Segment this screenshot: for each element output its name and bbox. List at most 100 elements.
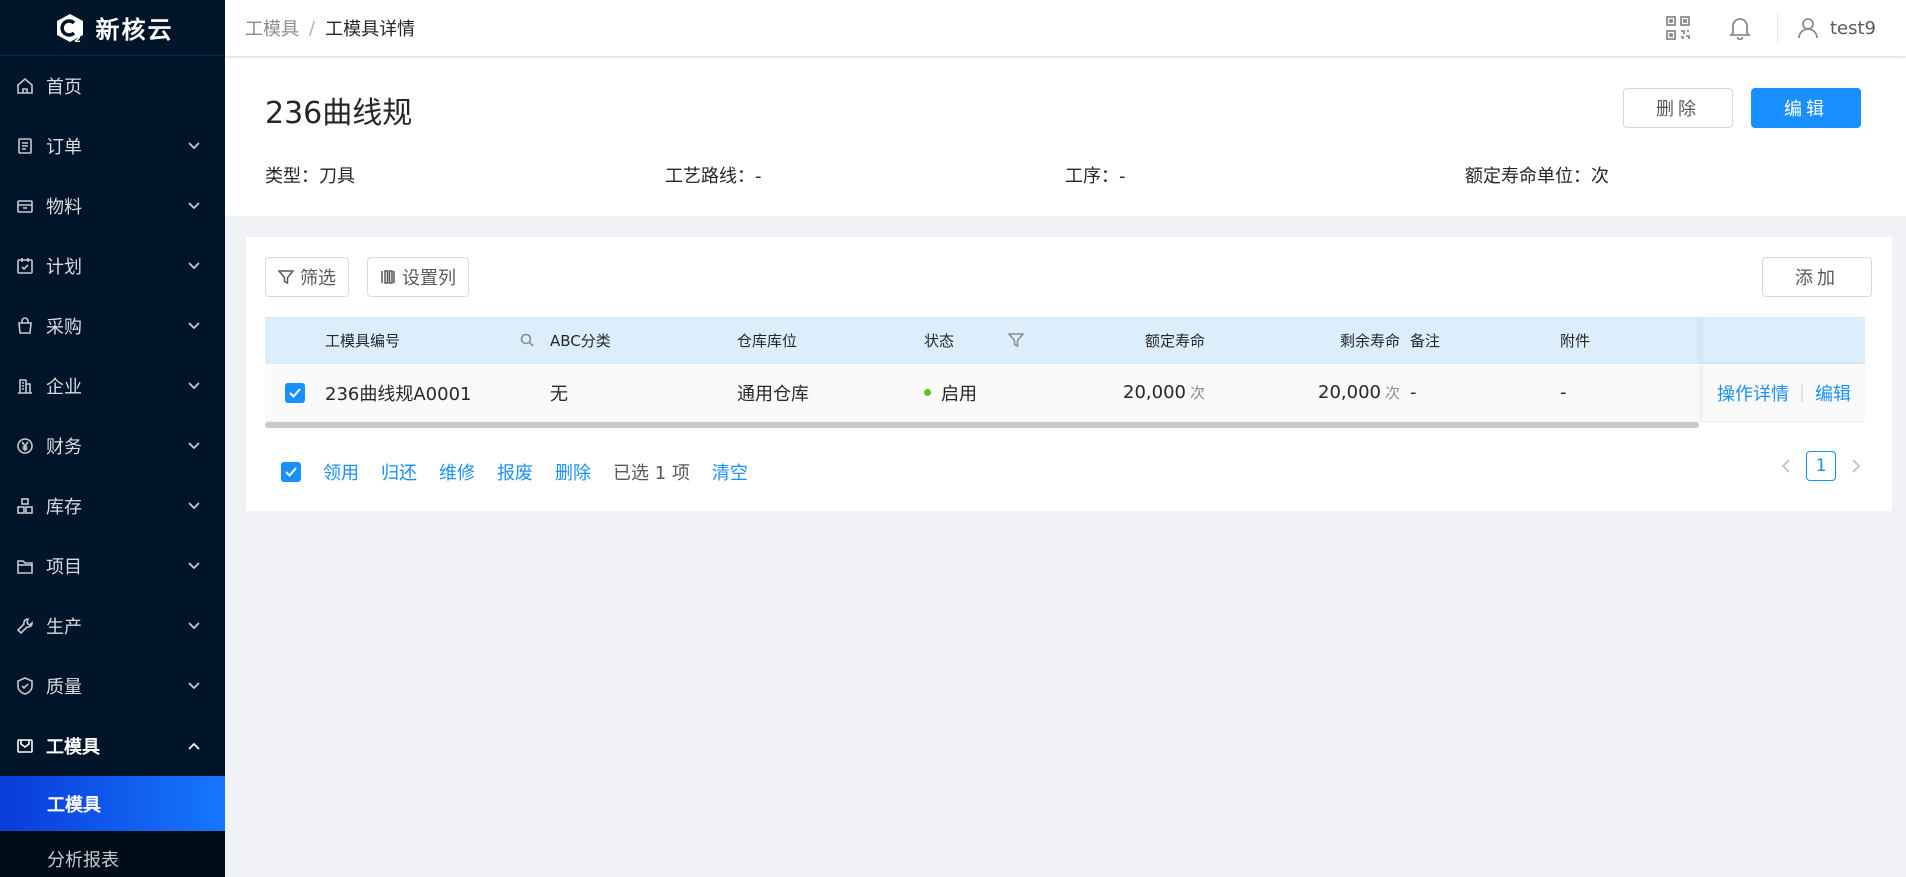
sidebar-item-label: 项目 (46, 557, 82, 578)
filter-icon[interactable] (1008, 332, 1024, 348)
chevron-down-icon (187, 259, 201, 273)
header-remaining-life: 剩余寿命 (1339, 331, 1400, 350)
delete-button[interactable]: 删除 (1623, 88, 1733, 128)
chevron-down-icon (187, 199, 201, 213)
info-process: 工序：- (1065, 166, 1126, 187)
finance-icon (16, 437, 34, 455)
horizontal-scrollbar[interactable] (265, 422, 1699, 428)
sidebar-item-plan[interactable]: 计划 (0, 236, 225, 296)
submenu-item-0[interactable]: 工模具 (0, 776, 225, 831)
tooling-icon (16, 737, 34, 755)
select-all-checkbox[interactable] (281, 462, 301, 482)
chevron-down-icon (187, 439, 201, 453)
prev-page-button[interactable] (1776, 451, 1796, 481)
submenu-tooling: 工模具 分析报表 (0, 776, 225, 877)
page-number-current[interactable]: 1 (1806, 451, 1836, 481)
breadcrumb-item-tooling[interactable]: 工模具 (245, 15, 299, 41)
plan-icon (16, 257, 34, 275)
filter-button[interactable]: 筛选 (265, 257, 349, 297)
header-code: 工模具编号 (325, 331, 401, 350)
app-name: 新核云 (95, 16, 174, 44)
notification-button[interactable] (1709, 0, 1771, 56)
cell-attachment: - (1560, 382, 1567, 403)
username: test9 (1829, 17, 1876, 39)
cell-abc: 无 (550, 383, 568, 405)
tooling-table: 工模具编号 ABC分类 仓库库位 状态 额定寿命 剩余寿命 备注 附件 236曲… (265, 317, 1865, 422)
row-edit-link[interactable]: 编辑 (1815, 380, 1851, 406)
cell-remaining-life: 20,000 次 (1318, 382, 1400, 403)
sidebar-item-label: 采购 (46, 317, 82, 338)
sidebar-item-inventory[interactable]: 库存 (0, 476, 225, 536)
clear-selection-link[interactable]: 清空 (712, 459, 748, 485)
pagination: 1 (1776, 451, 1866, 481)
sidebar-item-label: 企业 (46, 377, 82, 398)
column-settings-button[interactable]: 设置列 (367, 257, 469, 297)
purchase-icon (16, 317, 34, 335)
batch-return-link[interactable]: 归还 (381, 459, 417, 485)
sidebar-item-label: 财务 (46, 437, 82, 458)
submenu-item-1[interactable]: 分析报表 (0, 831, 225, 877)
sidebar-item-label: 工模具 (46, 737, 100, 758)
bell-icon (1728, 18, 1751, 40)
info-route: 工艺路线：- (665, 166, 762, 187)
cell-rated-life: 20,000 次 (1123, 382, 1205, 403)
table-row[interactable]: 236曲线规A0001 无 通用仓库 启用 20,000 次 20,000 次 - … (265, 364, 1865, 422)
top-header: 工模具 / 工模具详情 test9 (225, 0, 1906, 56)
sidebar-item-finance[interactable]: 财务 (0, 416, 225, 476)
cell-code: 236曲线规A0001 (325, 383, 472, 405)
chevron-down-icon (187, 139, 201, 153)
header-status: 状态 (924, 331, 955, 350)
batch-delete-link[interactable]: 删除 (555, 459, 591, 485)
cell-status: 启用 (924, 364, 1036, 421)
header-operations (1703, 317, 1865, 363)
page-title: 236曲线规 (265, 96, 413, 131)
check-icon (289, 387, 301, 398)
info-row: 类型：刀具 工艺路线：- 工序：- 额定寿命单位：次 (265, 162, 1865, 188)
add-button[interactable]: 添加 (1762, 257, 1872, 297)
batch-scrap-link[interactable]: 报废 (497, 459, 533, 485)
row-checkbox[interactable] (285, 382, 305, 403)
cell-warehouse: 通用仓库 (737, 383, 809, 405)
production-icon (16, 617, 34, 635)
sidebar-item-home[interactable]: 首页 (0, 56, 225, 116)
user-icon (1798, 18, 1818, 39)
batch-receive-link[interactable]: 领用 (323, 459, 359, 485)
svg-text:2: 2 (74, 34, 81, 44)
batch-repair-link[interactable]: 维修 (439, 459, 475, 485)
detail-panel: 236曲线规 删除 编辑 类型：刀具 工艺路线：- 工序：- 额定寿命单位：次 (225, 58, 1906, 216)
sidebar-item-label: 生产 (46, 617, 82, 638)
qr-code-button[interactable] (1647, 0, 1709, 56)
sidebar-item-label: 质量 (46, 677, 82, 698)
enterprise-icon (16, 377, 34, 395)
columns-icon (381, 270, 395, 284)
selected-count: 已选 1 项 (613, 463, 690, 484)
user-menu[interactable]: test9 (1784, 0, 1906, 56)
chevron-down-icon (187, 379, 201, 393)
operation-detail-link[interactable]: 操作详情 (1717, 380, 1789, 406)
edit-button[interactable]: 编辑 (1751, 88, 1861, 128)
cell-note: - (1410, 382, 1417, 403)
status-dot (924, 389, 931, 396)
header-abc: ABC分类 (550, 331, 611, 350)
sidebar-item-enterprise[interactable]: 企业 (0, 356, 225, 416)
check-icon (285, 467, 297, 477)
search-icon[interactable] (520, 333, 534, 347)
breadcrumb-separator: / (309, 17, 316, 39)
sidebar-item-label: 订单 (46, 137, 82, 158)
header-attachment: 附件 (1560, 331, 1591, 350)
sidebar-item-material[interactable]: 物料 (0, 176, 225, 236)
logo[interactable]: 2 新核云 (0, 0, 225, 56)
chevron-down-icon (187, 559, 201, 573)
sidebar-item-order[interactable]: 订单 (0, 116, 225, 176)
order-icon (16, 137, 34, 155)
sidebar-item-purchase[interactable]: 采购 (0, 296, 225, 356)
sidebar-item-production[interactable]: 生产 (0, 596, 225, 656)
next-page-button[interactable] (1846, 451, 1866, 481)
header-divider (1776, 13, 1778, 43)
sidebar-item-tooling[interactable]: 工模具 (0, 716, 225, 776)
sidebar-item-label: 首页 (46, 77, 82, 98)
sidebar-item-project[interactable]: 项目 (0, 536, 225, 596)
sidebar-item-quality[interactable]: 质量 (0, 656, 225, 716)
project-icon (16, 557, 34, 575)
material-icon (16, 197, 34, 215)
